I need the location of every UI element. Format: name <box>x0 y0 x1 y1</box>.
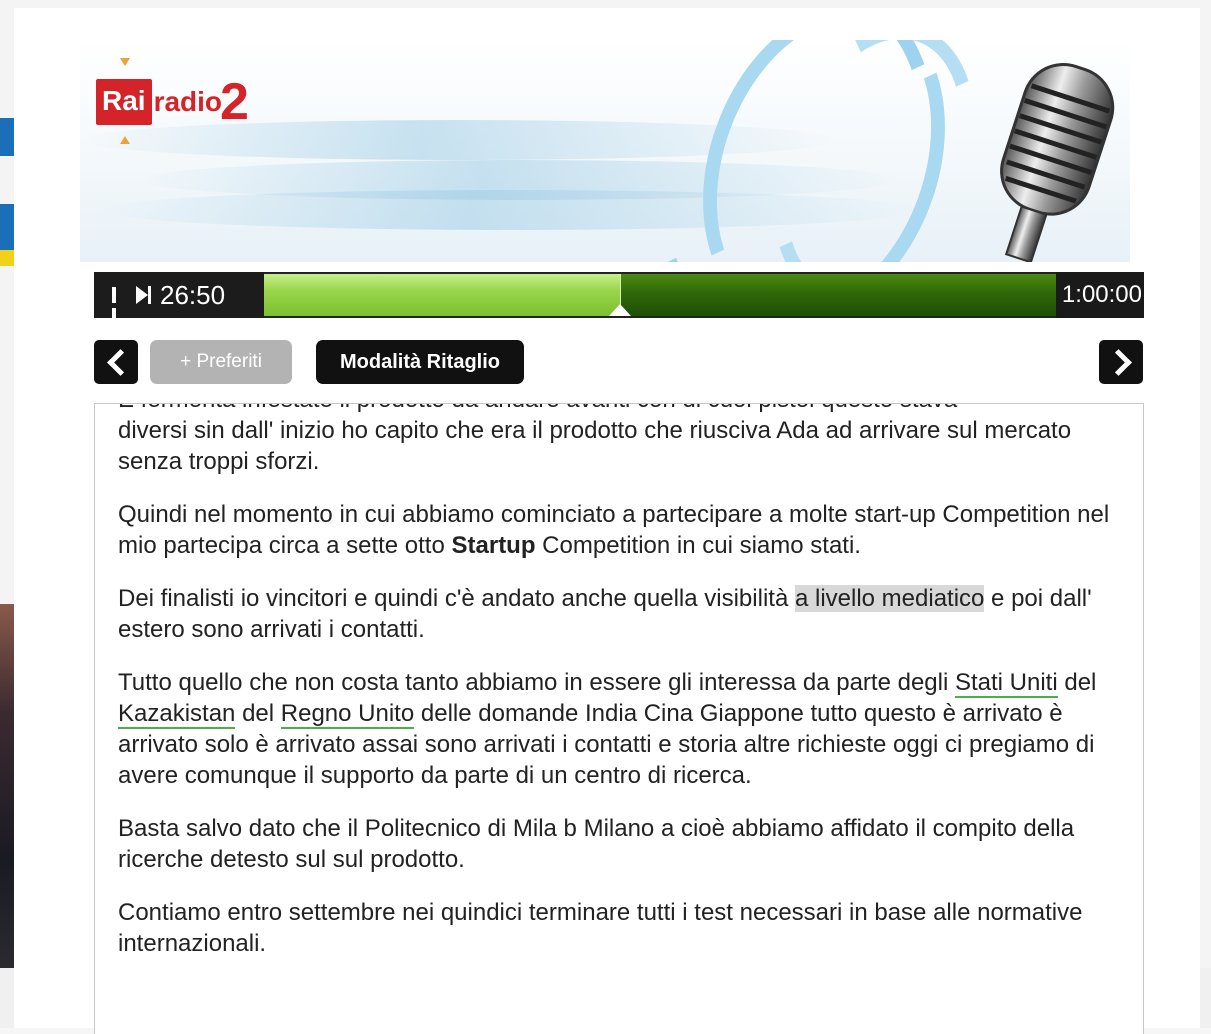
transcript-text-span: Tutto quello che non costa tanto abbiamo… <box>118 669 955 696</box>
next-button[interactable] <box>1099 340 1143 384</box>
transcript-paragraph: Contiamo entro settembre nei quindici te… <box>118 899 1083 957</box>
logo-rai: Rai <box>96 79 152 125</box>
audio-player: 26:50 1:00:00 <box>94 272 1144 324</box>
chevron-left-icon <box>107 349 134 376</box>
skip-next-icon[interactable] <box>136 286 152 304</box>
chevron-right-icon <box>1105 349 1132 376</box>
elapsed-time: 26:50 <box>160 279 226 310</box>
transcript-text-span: del <box>1057 669 1097 696</box>
transcript-text-span: Dei finalisti io vincitori e quindi c'è … <box>118 585 795 612</box>
duration-display: 1:00:00 <box>1056 272 1144 318</box>
entity-link[interactable]: Regno Unito <box>280 700 415 729</box>
entity-link[interactable]: Kazakistan <box>118 700 236 729</box>
transcript-panel[interactable]: E fermenta infestate il prodotto da anda… <box>94 403 1144 1034</box>
transcript-text-span: del <box>235 700 281 727</box>
previous-button[interactable] <box>94 340 138 384</box>
transcript-paragraph: Dei finalisti io vincitori e quindi c'è … <box>118 583 1123 645</box>
logo-radio: radio <box>153 86 223 117</box>
background-nav-tab <box>0 118 14 156</box>
transcript-paragraph: diversi sin dall' inizio ho capito che e… <box>118 417 1072 475</box>
transcript-text-span: Competition in cui siamo stati. <box>535 532 861 559</box>
player-controls: 26:50 <box>94 272 264 324</box>
entity-link[interactable]: Stati Uniti <box>954 669 1058 698</box>
transcript-paragraph: Basta salvo dato che il Politecnico di M… <box>118 815 1075 873</box>
rai-radio2-logo[interactable]: Rai radio 2 <box>96 72 249 132</box>
background-accent <box>0 250 14 266</box>
logo-marker <box>120 136 130 144</box>
progress-played <box>264 274 620 316</box>
transcript-bold: Startup <box>451 532 536 559</box>
add-favorites-button[interactable]: + Preferiti <box>150 340 292 384</box>
transcript-paragraph: Tutto quello che non costa tanto abbiamo… <box>118 667 1123 791</box>
transcript-text: E fermenta infestate il prodotto da anda… <box>118 404 1123 981</box>
playhead-handle[interactable] <box>609 304 631 316</box>
logo-marker <box>120 58 130 66</box>
total-duration: 1:00:00 <box>1061 281 1142 308</box>
playhead-line <box>620 274 621 308</box>
transcript-cut-line: E fermenta infestate il prodotto da anda… <box>118 404 1123 415</box>
transcript-paragraph: Quindi nel momento in cui abbiamo cominc… <box>118 499 1123 561</box>
pause-icon[interactable] <box>112 287 126 324</box>
microphone-icon <box>1000 63 1115 262</box>
background-photo <box>0 604 14 968</box>
progress-track[interactable] <box>264 274 1056 316</box>
transcript-highlight[interactable]: a livello mediatico <box>794 585 985 612</box>
logo-two: 2 <box>220 73 249 131</box>
crop-mode-button[interactable]: Modalità Ritaglio <box>316 340 524 384</box>
background-nav-tab <box>0 204 14 250</box>
